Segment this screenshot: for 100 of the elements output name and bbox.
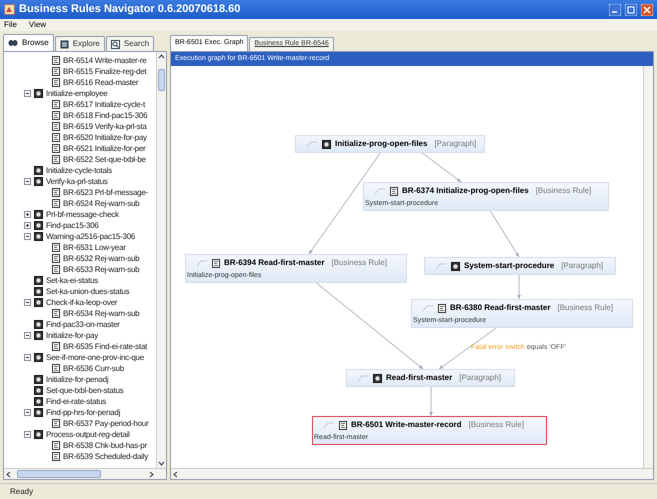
- tree-item[interactable]: Initialize-cycle-totals: [46, 164, 112, 176]
- tree-item[interactable]: Find-ei-rate-status: [46, 396, 106, 408]
- tab[interactable]: Search: [106, 36, 154, 51]
- document-icon: [52, 111, 60, 120]
- tab[interactable]: Explore: [54, 36, 105, 51]
- document-icon: [212, 258, 220, 268]
- paragraph-icon: [34, 320, 43, 329]
- app-icon: [4, 4, 15, 15]
- menu-item[interactable]: View: [28, 19, 46, 31]
- tree-item[interactable]: BR-6520 Initialize-for-pay: [63, 132, 147, 144]
- window-title: Business Rules Navigator 0.6.20070618.60: [19, 2, 242, 18]
- minimize-icon[interactable]: [609, 4, 621, 16]
- tree-item[interactable]: Process-output-reg-detail: [46, 428, 130, 440]
- tree-item[interactable]: Find-pac33-on-master: [46, 318, 120, 330]
- tree-item[interactable]: BR-6522 Set-que-txbl-be: [63, 154, 146, 166]
- node-type: [Business Rule]: [536, 185, 592, 197]
- collapse-icon[interactable]: [24, 431, 31, 438]
- tree-item[interactable]: Prl-bf-message-check: [46, 208, 119, 220]
- document-icon: [52, 364, 60, 373]
- tree-item[interactable]: Initialize-employee: [46, 88, 108, 100]
- scroll-right-icon[interactable]: [147, 470, 156, 478]
- scroll-up-icon[interactable]: [157, 52, 166, 61]
- scroll-left-icon[interactable]: [4, 470, 13, 478]
- tree-item[interactable]: BR-6515 Finalize-reg-det: [63, 66, 146, 78]
- tree-item[interactable]: Check-if-ka-leop-over: [46, 296, 118, 308]
- tree-item[interactable]: Initialize-for-penadj: [46, 374, 108, 386]
- paragraph-icon: [34, 386, 43, 395]
- node-title: BR-6374 Initialize-prog-open-files: [402, 185, 529, 197]
- tab[interactable]: Browse: [3, 34, 54, 51]
- document-icon: [52, 155, 60, 164]
- paragraph-icon: [34, 287, 43, 296]
- paragraph-icon: [373, 374, 382, 382]
- paragraph-icon: [451, 262, 460, 270]
- menu-item[interactable]: File: [4, 19, 17, 31]
- tree-item[interactable]: Warning-a2516-pac15-306: [46, 230, 136, 242]
- vertical-scrollbar[interactable]: [156, 52, 166, 468]
- document-icon: [52, 342, 60, 351]
- paragraph-icon: [34, 331, 43, 340]
- tree-item[interactable]: BR-6514 Write-master-re: [63, 54, 146, 66]
- graph-node[interactable]: Initialize-prog-open-files [Paragraph]: [295, 135, 485, 153]
- tree-item[interactable]: BR-6538 Chk-bud-has-pr: [63, 440, 147, 452]
- tree-item[interactable]: BR-6521 Initialize-for-per: [63, 142, 146, 154]
- collapse-icon[interactable]: [24, 233, 31, 240]
- graph-node[interactable]: System-start-procedure [Paragraph]: [424, 257, 616, 275]
- window-icon: [60, 40, 69, 48]
- paragraph-icon: [322, 140, 331, 148]
- tree-item[interactable]: BR-6537 Pay-period-hour: [63, 418, 148, 430]
- connector-arrow: [429, 386, 433, 416]
- tree-item[interactable]: Verify-ka-prl-status: [46, 176, 108, 188]
- tree-item[interactable]: Set-ka-union-dues-status: [46, 286, 130, 298]
- collapse-icon[interactable]: [24, 178, 31, 185]
- scroll-down-icon[interactable]: [157, 459, 166, 468]
- node-title: Initialize-prog-open-files: [335, 138, 428, 150]
- tree-item[interactable]: BR-6517 Initialize-cycle-t: [63, 98, 145, 110]
- connector-arrow: [517, 274, 521, 300]
- tree-item[interactable]: BR-6539 Scheduled-daily: [63, 450, 148, 462]
- horizontal-scrollbar[interactable]: [171, 468, 653, 479]
- document-icon: [52, 78, 60, 87]
- document-icon: [52, 199, 60, 208]
- document-icon: [52, 100, 60, 109]
- document-icon: [52, 452, 60, 461]
- tree-item[interactable]: See-if-more-one-prov-inc-que: [46, 352, 144, 364]
- collapse-icon[interactable]: [24, 354, 31, 361]
- maximize-icon[interactable]: [625, 4, 637, 16]
- tree-item[interactable]: BR-6536 Curr-sub: [63, 362, 124, 374]
- document-icon: [438, 304, 446, 312]
- tree-item[interactable]: Set-que-txbl-ben-status: [46, 384, 124, 396]
- collapse-icon[interactable]: [24, 332, 31, 339]
- tree-item[interactable]: BR-6532 Rej-warn-sub: [63, 252, 140, 264]
- tree-item[interactable]: BR-6534 Rej-warn-sub: [63, 308, 140, 320]
- horizontal-scrollbar[interactable]: [4, 468, 166, 479]
- tree-item[interactable]: BR-6531 Low-year: [63, 242, 126, 254]
- vertical-scrollbar[interactable]: [643, 66, 653, 468]
- expand-icon[interactable]: [24, 211, 31, 218]
- tree-item[interactable]: BR-6516 Read-master: [63, 76, 138, 88]
- scroll-thumb[interactable]: [158, 69, 165, 91]
- connector-arrow: [420, 152, 462, 182]
- node-type: [Paragraph]: [434, 138, 476, 150]
- tree-item[interactable]: BR-6519 Verify-ka-prl-sta: [63, 120, 147, 132]
- tree-item[interactable]: BR-6518 Find-pac15-306: [63, 110, 148, 122]
- collapse-icon[interactable]: [24, 299, 31, 306]
- tree-item[interactable]: BR-6535 Find-ei-rate-stat: [63, 340, 148, 352]
- document-icon: [52, 56, 60, 65]
- scroll-thumb[interactable]: [17, 470, 101, 478]
- tree-item[interactable]: Initialize-for-pay: [46, 330, 98, 342]
- expand-icon[interactable]: [24, 222, 31, 229]
- tree-item[interactable]: Find-pp-hrs-for-penadj: [46, 406, 120, 418]
- paragraph-icon: [34, 375, 43, 384]
- graph-node[interactable]: Read-first-master [Paragraph]: [346, 369, 515, 387]
- collapse-icon[interactable]: [24, 90, 31, 97]
- paragraph-icon: [34, 177, 43, 186]
- tree-item[interactable]: BR-6524 Rej-warn-sub: [63, 198, 140, 210]
- tree-item[interactable]: BR-6533 Rej-warn-sub: [63, 264, 140, 276]
- tree-item[interactable]: BR-6523 Prl-bf-message-: [63, 186, 148, 198]
- binoculars-icon: [8, 39, 18, 47]
- tree-item[interactable]: Find-pac15-306: [46, 220, 99, 232]
- collapse-icon[interactable]: [24, 409, 31, 416]
- scroll-left-icon[interactable]: [171, 470, 180, 478]
- tree-item[interactable]: Set-ka-ei-status: [46, 274, 98, 286]
- close-icon[interactable]: [641, 4, 653, 16]
